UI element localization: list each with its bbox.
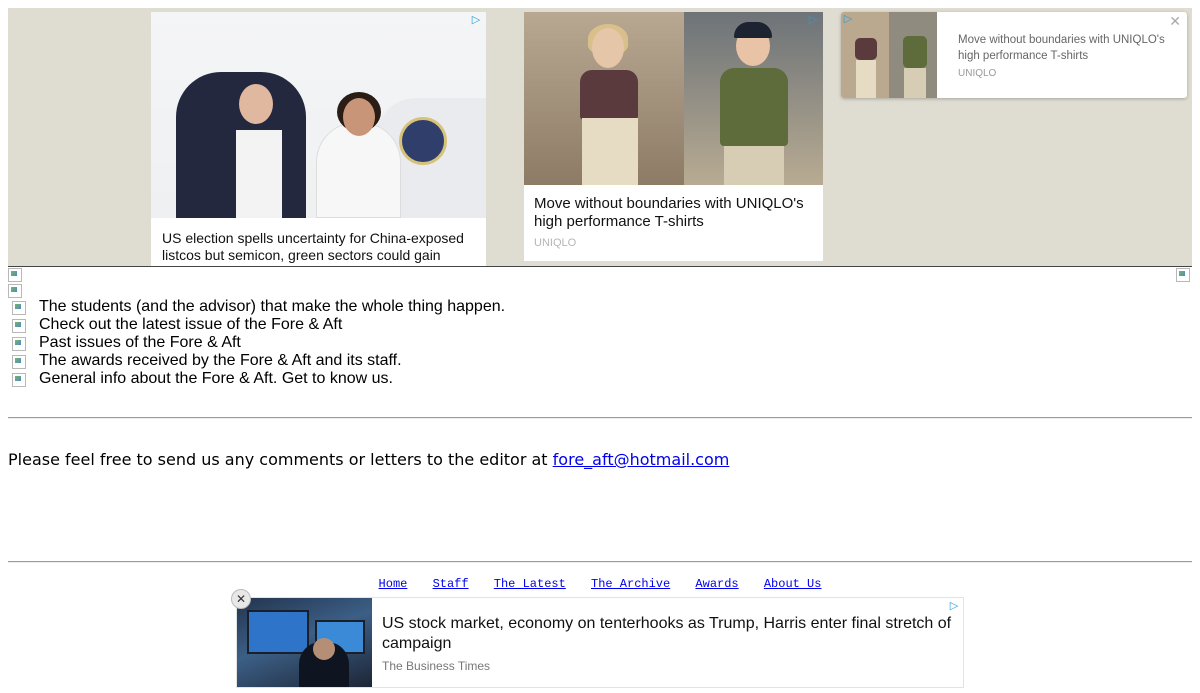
contact-paragraph: Please feel free to send us any comments… [8, 450, 729, 470]
divider-line [8, 266, 1192, 267]
footer-link-latest[interactable]: The Latest [494, 577, 566, 591]
nav-item-description: Past issues of the Fore & Aft [39, 334, 241, 351]
footer-link-staff[interactable]: Staff [433, 577, 469, 591]
email-link[interactable]: fore_aft@hotmail.com [553, 450, 730, 469]
ad-headline[interactable]: Move without boundaries with UNIQLO's hi… [534, 195, 816, 231]
ad-headline[interactable]: US stock market, economy on tenterhooks … [382, 614, 957, 654]
adchoices-icon[interactable]: ▷ [948, 600, 960, 612]
ad-source: The Business Times [382, 659, 491, 673]
footer-nav: Home Staff The Latest The Archive Awards… [0, 577, 1200, 591]
ad-headline[interactable]: Move without boundaries with UNIQLO's hi… [958, 32, 1173, 64]
ad-headline[interactable]: US election spells uncertainty for China… [162, 230, 480, 264]
broken-image-icon[interactable] [12, 337, 26, 351]
ad-brand: UNIQLO [958, 68, 997, 79]
broken-image-icon[interactable] [12, 355, 26, 369]
ad-card-uniqlo-small[interactable]: ▷ ✕ Move without boundaries with UNIQLO'… [841, 12, 1187, 98]
footer-link-awards[interactable]: Awards [695, 577, 738, 591]
nav-item-description: General info about the Fore & Aft. Get t… [39, 370, 393, 387]
broken-image-icon [1176, 268, 1190, 282]
broken-image-icon[interactable] [12, 301, 26, 315]
adchoices-icon[interactable]: ▷ [807, 14, 819, 26]
broken-image-icon [8, 268, 22, 282]
broken-image-icon[interactable] [12, 319, 26, 333]
nav-item-description: The students (and the advisor) that make… [39, 298, 506, 315]
ad-banner-bottom[interactable]: ▷ US stock market, economy on tenterhook… [237, 598, 963, 687]
horizontal-rule [8, 561, 1192, 563]
broken-image-icon[interactable] [12, 373, 26, 387]
horizontal-rule [8, 417, 1192, 419]
adchoices-icon[interactable]: ▷ [470, 14, 482, 26]
close-icon[interactable]: ✕ [231, 589, 251, 609]
footer-link-home[interactable]: Home [379, 577, 408, 591]
broken-image-icon [8, 284, 22, 298]
contact-text: Please feel free to send us any comments… [8, 450, 553, 469]
ad-brand: UNIQLO [534, 237, 577, 249]
ad-card-uniqlo-large[interactable]: ▷ Move without boundaries with UNIQLO's … [524, 12, 823, 261]
ad-image-tshirts [524, 12, 823, 185]
ad-card-election[interactable]: ▷ US election spells uncertainty for Chi… [151, 12, 486, 266]
ad-banner-top: ▷ US election spells uncertainty for Chi… [8, 8, 1192, 266]
adchoices-icon[interactable]: ▷ [842, 13, 854, 25]
ad-image-politicians [151, 12, 486, 218]
footer-link-about[interactable]: About Us [764, 577, 822, 591]
ad-image-tshirts-small [841, 12, 937, 98]
ad-image-stock-trader [237, 598, 372, 687]
footer-link-archive[interactable]: The Archive [591, 577, 670, 591]
nav-item-description: Check out the latest issue of the Fore &… [39, 316, 343, 333]
nav-item-description: The awards received by the Fore & Aft an… [39, 352, 402, 369]
close-icon[interactable]: ✕ [1169, 14, 1181, 28]
